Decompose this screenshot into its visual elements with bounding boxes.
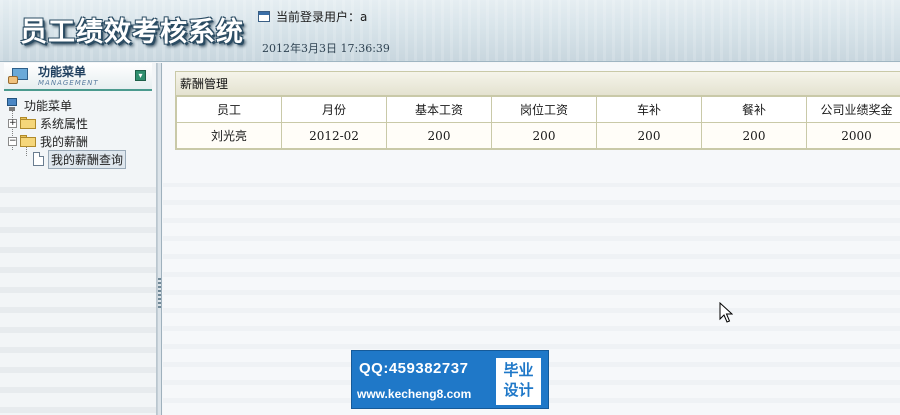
sidebar-background (0, 183, 156, 413)
column-header: 车补 (596, 96, 702, 123)
watermark-badge-line2: 设计 (503, 381, 534, 399)
column-header: 月份 (281, 96, 387, 123)
app-title: 员工绩效考核系统 (20, 17, 244, 48)
app-header: 员工绩效考核系统 当前登录用户：a 2012年3月3日 17:36:39 (0, 0, 900, 62)
document-icon (33, 152, 44, 166)
pane-splitter[interactable] (157, 63, 162, 415)
table-cell: 200 (386, 122, 492, 149)
tree-item-my-salary[interactable]: − 我的薪酬 (6, 132, 126, 150)
watermark-badge-line1: 毕业 (503, 361, 534, 379)
collapse-icon[interactable]: ▾ (135, 70, 146, 81)
menu-icon (8, 66, 30, 86)
column-header: 公司业绩奖金 (806, 96, 900, 123)
tree-item-label: 系统属性 (40, 116, 89, 131)
table-cell: 刘光亮 (176, 122, 282, 149)
current-datetime: 2012年3月3日 17:36:39 (262, 42, 390, 55)
tree-item-label-selected: 我的薪酬查询 (48, 149, 127, 169)
login-user-label: 当前登录用户：a (276, 10, 368, 24)
table-cell: 200 (491, 122, 597, 149)
sidebar: 功能菜单 MANAGEMENT ▾ 功能菜单 + 系统属性 − 我的薪酬 我的薪… (0, 63, 157, 415)
menu-tree: 功能菜单 + 系统属性 − 我的薪酬 我的薪酬查询 (6, 96, 127, 169)
tree-item-system-properties[interactable]: + 系统属性 (6, 114, 126, 132)
collapse-tree-icon[interactable]: − (8, 136, 17, 146)
table-row: 刘光亮 2012-02 200 200 200 200 2000 (176, 122, 900, 149)
watermark-url: www.kecheng8.com (357, 387, 472, 401)
expand-icon[interactable]: + (8, 118, 17, 128)
tree-item-label: 我的薪酬 (40, 134, 89, 149)
salary-table: 员工 月份 基本工资 岗位工资 车补 餐补 公司业绩奖金 刘光亮 2012-02… (176, 96, 900, 149)
window-icon (258, 11, 270, 22)
watermark-badge: 毕业 设计 (496, 358, 541, 405)
mouse-cursor-icon (719, 302, 733, 323)
login-info: 当前登录用户：a (258, 8, 367, 25)
computer-icon (6, 98, 20, 112)
sidebar-title: 功能菜单 (38, 64, 87, 79)
folder-icon (20, 117, 36, 129)
folder-open-icon (20, 135, 36, 147)
tree-root[interactable]: 功能菜单 (6, 96, 126, 114)
column-header: 餐补 (701, 96, 807, 123)
table-header-row: 员工 月份 基本工资 岗位工资 车补 餐补 公司业绩奖金 (176, 96, 900, 123)
sidebar-header: 功能菜单 MANAGEMENT ▾ (4, 63, 152, 91)
table-cell: 200 (701, 122, 807, 149)
table-cell: 2000 (806, 122, 900, 149)
sidebar-subtitle: MANAGEMENT (38, 78, 99, 87)
panel-title: 薪酬管理 (176, 72, 900, 96)
column-header: 基本工资 (386, 96, 492, 123)
splitter-grip-icon[interactable] (158, 278, 161, 308)
table-cell: 2012-02 (281, 122, 387, 149)
tree-root-label: 功能菜单 (24, 98, 73, 113)
column-header: 岗位工资 (491, 96, 597, 123)
table-cell: 200 (596, 122, 702, 149)
salary-panel: 薪酬管理 员工 月份 基本工资 岗位工资 车补 餐补 公司业绩奖金 刘光亮 20… (175, 71, 900, 150)
column-header: 员工 (176, 96, 282, 123)
watermark-banner: QQ:459382737 www.kecheng8.com 毕业 设计 (351, 350, 549, 409)
tree-item-my-salary-query[interactable]: 我的薪酬查询 (6, 149, 127, 169)
watermark-qq: QQ:459382737 (359, 360, 469, 377)
